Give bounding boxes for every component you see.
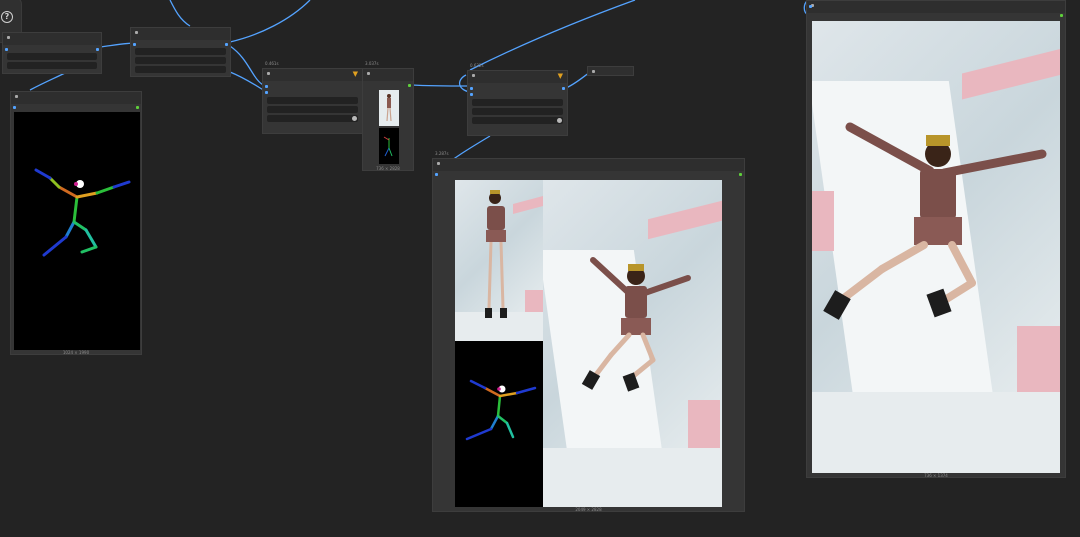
workflow-canvas[interactable]: ? 0.461s ▼ 3.037s 736 × 2828 0.632s ▼ 10… xyxy=(0,0,1080,537)
collapse-icon[interactable] xyxy=(135,31,138,34)
node-header[interactable] xyxy=(807,1,1065,13)
pose-image[interactable] xyxy=(14,112,140,350)
slider-row[interactable] xyxy=(472,117,563,124)
widget-row[interactable] xyxy=(135,48,226,55)
node-header[interactable] xyxy=(3,33,101,45)
wire xyxy=(229,45,266,87)
model-loader-node[interactable] xyxy=(130,27,231,77)
question-mark-icon: ? xyxy=(1,11,13,23)
preview-node-small[interactable]: 3.037s 736 × 2828 xyxy=(362,61,414,171)
generated-photo[interactable] xyxy=(543,180,722,507)
ksampler-node-a[interactable]: 0.461s ▼ xyxy=(262,61,363,134)
skeleton-icon xyxy=(34,168,131,257)
person-figure-icon xyxy=(386,94,392,122)
collapsed-node[interactable] xyxy=(587,66,634,76)
image-size-caption: 1024 × 1990 xyxy=(62,350,90,355)
collapse-icon[interactable] xyxy=(437,162,440,165)
loader-node[interactable] xyxy=(2,32,102,74)
jumping-model-figure xyxy=(581,257,691,392)
output-port[interactable] xyxy=(408,84,411,87)
wire xyxy=(99,42,134,48)
jumping-model-figure xyxy=(823,122,1047,320)
input-port[interactable] xyxy=(13,106,16,109)
widget-row[interactable] xyxy=(267,97,358,104)
execution-time: 3.037s xyxy=(365,61,379,66)
node-header[interactable] xyxy=(263,69,362,81)
output-port[interactable] xyxy=(1060,14,1063,17)
output-port[interactable] xyxy=(96,48,99,51)
widget-row[interactable] xyxy=(135,57,226,64)
final-preview-node[interactable]: 736 × 1374 xyxy=(806,0,1066,478)
input-port[interactable] xyxy=(133,43,136,46)
node-header[interactable] xyxy=(468,71,567,83)
skeleton-icon xyxy=(465,379,537,441)
node-header[interactable] xyxy=(11,92,141,104)
image-size-caption: 2049 × 2828 xyxy=(575,507,602,512)
input-port[interactable] xyxy=(809,5,812,8)
skeleton-icon xyxy=(383,136,393,157)
thumbnail-pose[interactable] xyxy=(379,128,399,164)
collapse-icon[interactable] xyxy=(267,72,270,75)
collapse-icon[interactable] xyxy=(7,36,10,39)
widget-row[interactable] xyxy=(472,99,563,106)
node-header[interactable] xyxy=(131,28,230,40)
input-port[interactable] xyxy=(435,173,438,176)
widget-row[interactable] xyxy=(135,66,226,73)
wire xyxy=(29,72,66,91)
input-port[interactable] xyxy=(265,85,268,88)
input-port[interactable] xyxy=(5,48,8,51)
wire xyxy=(411,84,471,87)
wire xyxy=(229,0,311,43)
slider-row[interactable] xyxy=(267,115,358,122)
reference-photo[interactable] xyxy=(455,180,543,341)
execution-time: 0.632s xyxy=(470,63,484,68)
node-header[interactable] xyxy=(433,159,744,171)
image-size-caption: 736 × 1374 xyxy=(924,473,948,478)
output-port[interactable] xyxy=(136,106,139,109)
collapse-icon[interactable] xyxy=(367,72,370,75)
input-port[interactable] xyxy=(470,93,473,96)
collapse-icon[interactable] xyxy=(15,95,18,98)
execution-time: 3.287s xyxy=(435,151,449,156)
pose-image[interactable] xyxy=(455,341,543,507)
execution-time: 0.461s xyxy=(265,61,279,66)
wire xyxy=(169,0,191,27)
widget-row[interactable] xyxy=(267,106,358,113)
wire xyxy=(229,71,266,92)
widget-row[interactable] xyxy=(7,62,97,69)
collapse-icon[interactable] xyxy=(592,70,595,73)
output-port[interactable] xyxy=(225,43,228,46)
ksampler-node-b[interactable]: 0.632s ▼ xyxy=(467,63,568,136)
widget-row[interactable] xyxy=(7,53,97,60)
collapse-icon[interactable] xyxy=(472,74,475,77)
filter-icon[interactable]: ▼ xyxy=(558,73,563,80)
output-port[interactable] xyxy=(562,87,565,90)
wire xyxy=(469,0,636,71)
input-port[interactable] xyxy=(265,91,268,94)
standing-model-figure xyxy=(485,190,507,318)
slider-knob[interactable] xyxy=(557,118,562,123)
image-size-caption: 736 × 2828 xyxy=(376,166,400,171)
filter-icon[interactable]: ▼ xyxy=(353,71,358,78)
input-port[interactable] xyxy=(470,87,473,90)
compare-preview-node[interactable]: 3.287s 2049 × 2828 xyxy=(432,151,745,512)
node-header[interactable] xyxy=(363,69,413,81)
final-output-photo[interactable] xyxy=(812,21,1060,473)
widget-row[interactable] xyxy=(472,108,563,115)
thumbnail-photo[interactable] xyxy=(379,90,399,126)
output-port[interactable] xyxy=(739,173,742,176)
slider-knob[interactable] xyxy=(352,116,357,121)
pose-preview-node[interactable]: 1024 × 1990 xyxy=(10,91,142,355)
